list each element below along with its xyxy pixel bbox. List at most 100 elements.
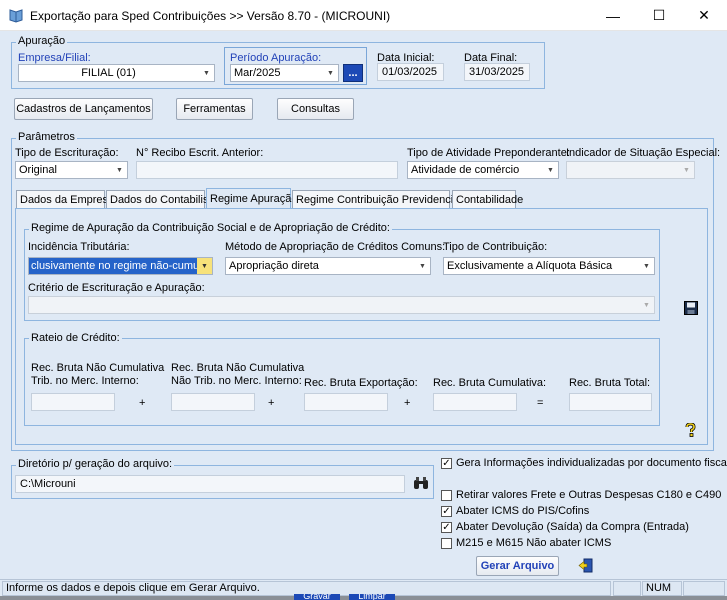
- metodo-value: Apropriação direta: [229, 260, 319, 272]
- ferramentas-button[interactable]: Ferramentas: [176, 98, 253, 120]
- periodo-select[interactable]: Mar/2025 ▼: [230, 64, 339, 82]
- consultas-button[interactable]: Consultas: [277, 98, 354, 120]
- chevron-down-icon: ▼: [639, 258, 654, 274]
- empresa-value: FILIAL (01): [81, 67, 136, 79]
- incidencia-value: clusivamente no regime não-cumulativo: [29, 258, 198, 274]
- rb-total-field[interactable]: [569, 393, 652, 411]
- diretorio-legend: Diretório p/ geração do arquivo:: [16, 458, 175, 470]
- recibo-label: N° Recibo Escrit. Anterior:: [136, 147, 264, 159]
- plus-operator: +: [139, 397, 146, 409]
- tipo-contrib-label: Tipo de Contribuição:: [443, 241, 548, 253]
- situacao-label: Indicador de Situação Especial:: [566, 147, 721, 159]
- periodo-label: Período Apuração:: [230, 52, 322, 64]
- rb-nc-ntrib-label-2: Não Trib. no Merc. Interno:: [171, 375, 302, 387]
- behind-gravar-button: Gravar: [294, 594, 340, 600]
- cadastros-button[interactable]: Cadastros de Lançamentos: [14, 98, 153, 120]
- opt-abater-icms-label: Abater ICMS do PIS/Cofins: [456, 505, 590, 517]
- rb-cumul-field[interactable]: [433, 393, 517, 411]
- metodo-select[interactable]: Apropriação direta ▼: [225, 257, 431, 275]
- diretorio-field[interactable]: C:\Microuni: [15, 475, 405, 493]
- data-inicial-value: 01/03/2025: [382, 66, 438, 78]
- tipo-escrituracao-value: Original: [19, 164, 57, 176]
- chevron-down-icon: ▼: [679, 162, 694, 178]
- binoculars-icon[interactable]: [413, 476, 429, 490]
- parametros-legend: Parâmetros: [16, 131, 77, 143]
- chevron-down-icon: ▼: [639, 297, 654, 313]
- behind-limpar-button: Limpar: [349, 594, 395, 600]
- rb-nc-int-label-2: Trib. no Merc. Interno:: [31, 375, 139, 387]
- opt-frete-label: Retirar valores Frete e Outras Despesas …: [456, 489, 722, 501]
- rb-cumul-label: Rec. Bruta Cumulativa:: [433, 377, 547, 389]
- rb-export-label: Rec. Bruta Exportação:: [304, 377, 418, 389]
- data-final-value: 31/03/2025: [469, 66, 525, 78]
- opt-individualizadas-checkbox[interactable]: ✓: [441, 458, 452, 469]
- chevron-down-icon: ▼: [197, 258, 212, 274]
- empresa-select[interactable]: FILIAL (01) ▼: [18, 64, 215, 82]
- opt-individualizadas-label: Gera Informações individualizadas por do…: [456, 457, 727, 469]
- metodo-label: Método de Apropriação de Créditos Comuns…: [225, 241, 446, 253]
- apuracao-legend: Apuração: [16, 35, 68, 47]
- incidencia-label: Incidência Tributária:: [28, 241, 130, 253]
- criterio-select[interactable]: ▼: [28, 296, 655, 314]
- chevron-down-icon: ▼: [415, 258, 430, 274]
- opt-m215-label: M215 e M615 Não abater ICMS: [456, 537, 612, 549]
- opt-frete-checkbox[interactable]: [441, 490, 452, 501]
- help-icon[interactable]: [685, 423, 696, 437]
- tipo-escrituracao-select[interactable]: Original ▼: [15, 161, 128, 179]
- tab-contabilidade[interactable]: Contabilidade: [452, 190, 523, 209]
- app-book-icon: [9, 9, 23, 23]
- data-inicial-field[interactable]: 01/03/2025: [377, 63, 444, 81]
- chevron-down-icon: ▼: [323, 65, 338, 81]
- status-panel-empty: [613, 581, 641, 596]
- rb-nc-ntrib-field[interactable]: [171, 393, 255, 411]
- close-button[interactable]: ✕: [681, 0, 727, 31]
- exit-door-icon[interactable]: [578, 558, 594, 573]
- situacao-select[interactable]: ▼: [566, 161, 695, 179]
- atividade-select[interactable]: Atividade de comércio ▼: [407, 161, 559, 179]
- minimize-button[interactable]: —: [590, 0, 636, 31]
- rb-total-label: Rec. Bruta Total:: [569, 377, 651, 389]
- chevron-down-icon: ▼: [199, 65, 214, 81]
- window-title: Exportação para Sped Contribuições >> Ve…: [30, 9, 391, 23]
- opt-abater-icms-checkbox[interactable]: ✓: [441, 506, 452, 517]
- opt-devolucao-checkbox[interactable]: ✓: [441, 522, 452, 533]
- status-panel-empty-2: [683, 581, 725, 596]
- atividade-label: Tipo de Atividade Preponderante:: [407, 147, 570, 159]
- tab-regime-previdenciaria[interactable]: Regime Contribuição Previdenciária: [292, 190, 471, 209]
- rb-nc-int-field[interactable]: [31, 393, 115, 411]
- rb-nc-ntrib-label-1: Rec. Bruta Não Cumulativa: [171, 362, 305, 374]
- status-num: NUM: [642, 581, 682, 596]
- plus-operator: +: [268, 397, 275, 409]
- periodo-browse-button[interactable]: ...: [343, 64, 363, 82]
- diretorio-value: C:\Microuni: [20, 478, 76, 490]
- equals-operator: =: [537, 397, 544, 409]
- opt-m215-checkbox[interactable]: [441, 538, 452, 549]
- recibo-field[interactable]: [136, 161, 398, 179]
- plus-operator: +: [404, 397, 411, 409]
- tipo-escrituracao-label: Tipo de Escrituração:: [15, 147, 119, 159]
- title-bar[interactable]: Exportação para Sped Contribuições >> Ve…: [0, 0, 727, 31]
- periodo-value: Mar/2025: [234, 67, 281, 79]
- chevron-down-icon: ▼: [112, 162, 127, 178]
- rateio-legend: Rateio de Crédito:: [29, 332, 122, 344]
- tab-regime-apuracao[interactable]: Regime Apuração: [206, 188, 297, 209]
- client-area: Apuração Empresa/Filial: FILIAL (01) ▼ P…: [0, 31, 727, 600]
- regime-legend: Regime de Apuração da Contribuição Socia…: [29, 222, 392, 234]
- tab-dados-contabilista[interactable]: Dados do Contabilista: [106, 190, 218, 209]
- criterio-label: Critério de Escrituração e Apuração:: [28, 282, 205, 294]
- opt-devolucao-label: Abater Devolução (Saída) da Compra (Entr…: [456, 521, 689, 533]
- empresa-label: Empresa/Filial:: [18, 52, 91, 64]
- incidencia-select[interactable]: clusivamente no regime não-cumulativo ▼: [28, 257, 213, 275]
- chevron-down-icon: ▼: [543, 162, 558, 178]
- atividade-value: Atividade de comércio: [411, 164, 520, 176]
- maximize-button[interactable]: ☐: [636, 0, 682, 31]
- data-final-field[interactable]: 31/03/2025: [464, 63, 530, 81]
- tipo-contrib-value: Exclusivamente a Alíquota Básica: [447, 260, 613, 272]
- save-icon[interactable]: [684, 301, 698, 315]
- tab-dados-empresa[interactable]: Dados da Empresa: [16, 190, 114, 209]
- tipo-contrib-select[interactable]: Exclusivamente a Alíquota Básica ▼: [443, 257, 655, 275]
- background-window: Gravar Limpar: [0, 594, 727, 600]
- gerar-arquivo-button[interactable]: Gerar Arquivo: [476, 556, 559, 576]
- rb-export-field[interactable]: [304, 393, 388, 411]
- rb-nc-int-label-1: Rec. Bruta Não Cumulativa: [31, 362, 165, 374]
